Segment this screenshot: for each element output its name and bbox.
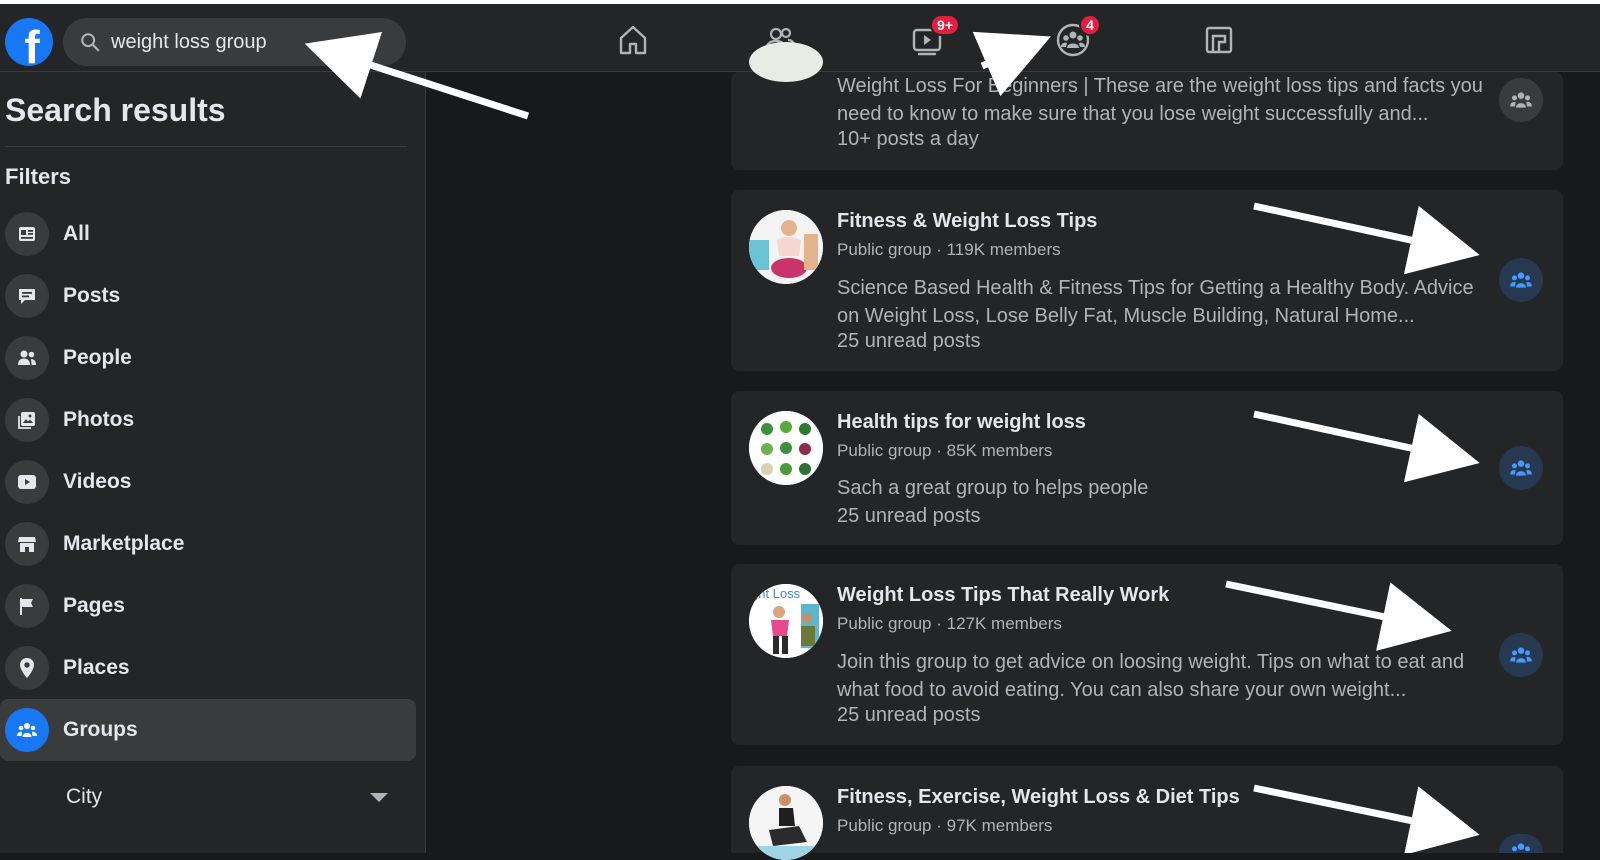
search-results-sidebar: Search results Filters All Posts People … <box>0 72 426 853</box>
group-meta: Public group · 127K members <box>837 614 1062 633</box>
group-avatar <box>749 786 823 860</box>
filter-label: People <box>63 346 132 369</box>
photos-icon <box>18 412 35 429</box>
group-meta: Public group · 119K members <box>837 240 1061 259</box>
feed-icon <box>19 227 35 241</box>
filters-heading: Filters <box>5 164 72 189</box>
search-icon <box>81 33 100 52</box>
people-icon <box>18 350 36 365</box>
group-avatar <box>749 210 823 284</box>
filter-groups[interactable]: Groups <box>0 699 416 761</box>
groups-icon <box>17 723 37 737</box>
filter-label: Posts <box>63 284 121 307</box>
group-avatar-image: ght Loss <box>749 584 823 658</box>
filter-videos[interactable]: Videos <box>0 451 416 513</box>
filter-photos[interactable]: Photos <box>0 389 416 451</box>
home-icon <box>619 25 647 55</box>
group-description: Join this group to get advice on loosing… <box>837 651 1465 701</box>
groups-badge: 4 <box>1079 14 1101 36</box>
join-group-icon <box>1510 272 1532 288</box>
group-title[interactable]: Fitness & Weight Loss Tips <box>837 210 1097 233</box>
nav-home[interactable] <box>611 18 655 62</box>
group-title[interactable]: Weight Loss Tips That Really Work <box>837 584 1169 607</box>
group-description: Weight Loss For Beginners | These are th… <box>837 75 1483 125</box>
filter-label: Marketplace <box>63 532 185 555</box>
group-result-card[interactable]: Weight Loss For Beginners | These are th… <box>731 42 1563 170</box>
sidebar-divider <box>5 146 407 147</box>
city-filter-dropdown[interactable]: City <box>0 772 416 822</box>
avatar-caption: ght Loss <box>751 586 801 601</box>
page-title: Search results <box>5 92 226 128</box>
join-group-icon <box>1510 460 1532 476</box>
join-group-button[interactable] <box>1499 78 1543 122</box>
watch-badge: 9+ <box>930 14 960 36</box>
group-result-card[interactable]: Fitness, Exercise, Weight Loss & Diet Ti… <box>731 766 1563 860</box>
location-pin-icon <box>20 658 34 678</box>
group-description: Sach a great group to helps people <box>837 477 1149 499</box>
group-activity: 25 unread posts <box>837 505 981 527</box>
group-title[interactable]: Fitness, Exercise, Weight Loss & Diet Ti… <box>837 786 1240 809</box>
filter-label: Videos <box>63 470 132 493</box>
join-group-button[interactable] <box>1499 446 1543 490</box>
group-result-card[interactable]: Health tips for weight loss Public group… <box>731 391 1563 545</box>
join-group-icon <box>1512 843 1530 852</box>
group-avatar: ght Loss <box>749 584 823 658</box>
city-filter-label: City <box>66 785 103 808</box>
group-activity: 25 unread posts <box>837 330 981 352</box>
filter-label: Photos <box>63 408 135 431</box>
group-avatar-image <box>749 786 823 860</box>
group-activity: 25 unread posts <box>837 704 981 726</box>
join-group-button[interactable] <box>1499 258 1543 302</box>
join-group-icon <box>1510 92 1532 108</box>
search-input[interactable] <box>109 29 379 55</box>
flag-icon <box>20 598 33 615</box>
gaming-icon <box>1205 26 1233 54</box>
filter-label: Places <box>63 656 130 679</box>
group-avatar-image <box>749 210 823 284</box>
filter-label: Groups <box>63 718 138 741</box>
filter-places[interactable]: Places <box>0 637 416 699</box>
join-group-button[interactable] <box>1499 633 1543 677</box>
filter-label: All <box>63 222 90 245</box>
filter-label: Pages <box>63 594 125 617</box>
nav-gaming[interactable] <box>1197 18 1241 62</box>
filter-all[interactable]: All <box>0 203 416 265</box>
group-meta: Public group · 85K members <box>837 441 1053 460</box>
posts-icon <box>19 289 35 304</box>
caret-down-icon <box>370 792 388 802</box>
filter-people[interactable]: People <box>0 327 416 389</box>
join-group-icon <box>1510 647 1532 663</box>
group-title[interactable]: Health tips for weight loss <box>837 411 1086 434</box>
group-meta: Public group · 97K members <box>837 816 1053 835</box>
group-activity: 10+ posts a day <box>837 128 979 150</box>
videos-icon <box>18 475 36 489</box>
group-description: Science Based Health & Fitness Tips for … <box>837 277 1474 327</box>
search-bar[interactable] <box>63 18 406 66</box>
group-avatar-image <box>749 411 823 485</box>
marketplace-icon <box>18 537 36 552</box>
group-avatar <box>749 411 823 485</box>
filter-pages[interactable]: Pages <box>0 575 416 637</box>
facebook-logo[interactable]: f <box>5 18 53 66</box>
filter-marketplace[interactable]: Marketplace <box>0 513 416 575</box>
group-avatar <box>749 42 823 82</box>
filter-posts[interactable]: Posts <box>0 265 416 327</box>
group-result-card[interactable]: ght Loss Weight Loss Tips That Really Wo… <box>731 564 1563 745</box>
join-group-button[interactable] <box>1499 834 1543 853</box>
group-result-card[interactable]: Fitness & Weight Loss Tips Public group … <box>731 190 1563 371</box>
